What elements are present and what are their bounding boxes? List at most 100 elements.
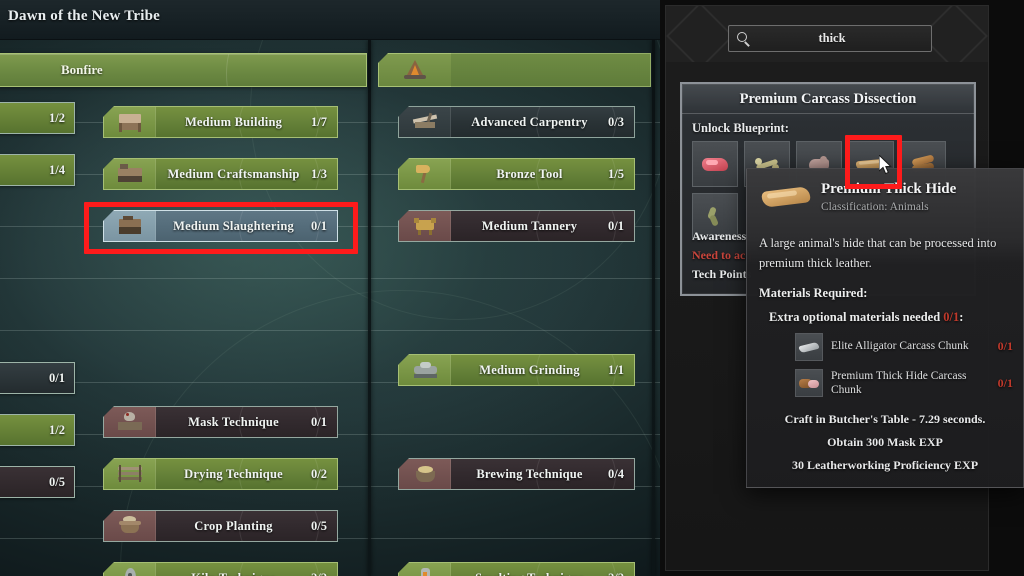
unlock-blueprint-label: Unlock Blueprint: — [692, 121, 789, 135]
tooltip-header-text: Premium Thick Hide Classification: Anima… — [821, 181, 956, 213]
tech-node-smelting-technique[interactable]: Smelting Technique 2/2 — [398, 562, 635, 576]
search-input-value: thick — [818, 31, 846, 45]
tech-node-mask-technique[interactable]: Mask Technique 0/1 — [103, 406, 338, 438]
tech-node-count: 1/1 — [608, 362, 624, 377]
tech-node-medium-grinding[interactable]: Medium Grinding 1/1 — [398, 354, 635, 386]
tech-node-bronze-tool[interactable]: Bronze Tool 1/5 — [398, 158, 635, 190]
material-amount: 0/1 — [997, 339, 1013, 353]
category-header-bonfire[interactable]: Bonfire — [0, 53, 367, 87]
tech-node-label: Brewing Technique — [476, 466, 583, 481]
chunk-sprite — [798, 376, 820, 390]
tech-node-label: Bronze Tool — [496, 166, 563, 181]
tannery-icon — [410, 215, 440, 237]
icon-cell — [399, 107, 451, 137]
drying-rack-icon — [115, 463, 145, 485]
crop-pot-icon — [115, 515, 145, 537]
tech-node-count: 0/1 — [608, 218, 624, 233]
tech-node-label: Smelting Technique — [451, 571, 608, 576]
tech-node-count: 0/1 — [311, 218, 327, 233]
tooltip-title: Premium Thick Hide — [821, 181, 957, 197]
column-divider — [368, 40, 371, 576]
tech-node-count: 0/3 — [608, 114, 624, 129]
icon-cell — [104, 159, 156, 189]
tech-node-brewing-technique[interactable]: Brewing Technique 0/4 — [398, 458, 635, 490]
extra-materials-label: Extra optional materials needed 0/1: — [769, 310, 1011, 325]
tech-node-label: Medium Grinding — [479, 362, 580, 377]
icon-cell — [104, 511, 156, 541]
hide-chunk-icon — [795, 369, 823, 398]
decorative-arc — [226, 54, 366, 86]
material-amount: 0/1 — [997, 375, 1013, 390]
material-name: Elite Alligator Carcass Chunk — [831, 340, 969, 353]
stub-count: 1/2 — [49, 422, 65, 437]
tech-node-count: 1/7 — [311, 114, 327, 129]
tech-node-label: Medium Tannery — [481, 218, 578, 233]
brewing-pot-icon — [410, 463, 440, 485]
tech-node-count: 1/5 — [608, 166, 624, 181]
blueprint-slot-raw-meat[interactable] — [692, 141, 738, 187]
tooltip-header: Premium Thick Hide Classification: Anima… — [747, 169, 1023, 225]
extra-materials-suffix: : — [959, 309, 964, 324]
hide-sprite — [761, 183, 811, 211]
tech-node-medium-slaughtering[interactable]: Medium Slaughtering 0/1 — [103, 210, 338, 242]
carpentry-icon — [410, 111, 440, 133]
extra-materials-text: Extra optional materials needed — [769, 309, 941, 324]
icon-cell — [399, 355, 451, 385]
stub-node[interactable]: 0/5 — [0, 466, 75, 498]
icon-cell — [399, 563, 451, 576]
mask-icon — [115, 411, 145, 433]
stub-count: 1/4 — [49, 162, 65, 177]
material-row: Premium Thick Hide Carcass Chunk 0/1 — [795, 369, 1013, 399]
materials-required-label: Materials Required: — [759, 285, 868, 300]
extra-materials-amount: 0/1 — [943, 309, 960, 324]
tech-node-count: 0/4 — [608, 466, 624, 481]
page-title: Dawn of the New Tribe — [8, 8, 160, 24]
tech-node-kiln-technique[interactable]: Kiln Technique 2/2 — [103, 562, 338, 576]
stub-node[interactable]: y 1/2 — [0, 102, 75, 134]
premium-thick-hide-icon — [757, 176, 815, 218]
game-screen: Dawn of the New Tribe Bonfire 1/2 1/4 0/… — [0, 0, 1024, 576]
tech-node-advanced-carpentry[interactable]: Advanced Carpentry 0/3 — [398, 106, 635, 138]
tech-node-label: Drying Technique — [184, 466, 283, 481]
tooltip-footer: Craft in Butcher's Table - 7.29 seconds.… — [747, 404, 1023, 473]
column-divider — [652, 40, 655, 576]
stub-count: 1/2 — [49, 110, 65, 125]
material-name: Premium Thick Hide Carcass Chunk — [831, 369, 967, 397]
icon-cell — [104, 407, 156, 437]
kiln-icon — [115, 567, 145, 576]
tech-card-title: Premium Carcass Dissection — [682, 84, 974, 114]
connector-line — [0, 278, 660, 279]
category-header-middle-bar — [451, 53, 651, 87]
tech-node-drying-technique[interactable]: Drying Technique 0/2 — [103, 458, 338, 490]
tech-node-crop-planting[interactable]: Crop Planting 0/5 — [103, 510, 338, 542]
tech-node-label: Mask Technique — [188, 414, 279, 429]
stub-node[interactable]: s 1/4 — [0, 154, 75, 186]
category-header-icon-middle[interactable] — [378, 53, 452, 87]
bronze-axe-icon — [410, 163, 440, 185]
search-icon — [737, 31, 751, 47]
tech-node-count: 1/3 — [311, 166, 327, 181]
stub-node[interactable]: 1/2 — [0, 414, 75, 446]
icon-cell — [399, 159, 451, 189]
tech-tree-panel: Bonfire y 1/2 s 1/4 e 0/1 1/2 — [0, 40, 660, 576]
tech-node-label: Medium Slaughtering — [173, 218, 294, 233]
alligator-chunk-icon — [795, 332, 823, 361]
tech-node-count: 0/2 — [311, 466, 327, 481]
tech-node-medium-building[interactable]: Medium Building 1/7 — [103, 106, 338, 138]
tech-node-label: Medium Craftsmanship — [167, 166, 300, 181]
butcher-table-icon — [115, 215, 145, 237]
tech-node-label: Crop Planting — [194, 518, 273, 533]
tech-node-label: Advanced Carpentry — [471, 114, 588, 129]
tech-node-label: Kiln Technique — [156, 571, 311, 576]
tech-node-count: 2/2 — [608, 571, 634, 576]
icon-cell — [104, 211, 156, 241]
tech-node-medium-tannery[interactable]: Medium Tannery 0/1 — [398, 210, 635, 242]
item-tooltip: Premium Thick Hide Classification: Anima… — [746, 168, 1024, 488]
tech-node-label: Medium Building — [184, 114, 283, 129]
search-input[interactable]: thick — [728, 25, 932, 52]
stub-count: 0/1 — [49, 370, 65, 385]
tooltip-classification: Classification: Animals — [821, 201, 929, 213]
stub-node[interactable]: e 0/1 — [0, 362, 75, 394]
tech-node-count: 0/5 — [311, 518, 327, 533]
tech-node-medium-craftsmanship[interactable]: Medium Craftsmanship 1/3 — [103, 158, 338, 190]
